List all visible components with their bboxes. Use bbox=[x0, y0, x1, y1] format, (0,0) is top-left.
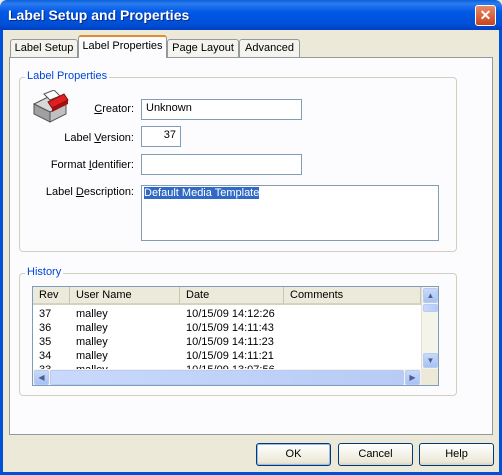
cell-date: 10/15/09 14:12:26 bbox=[186, 308, 275, 320]
scroll-right-button[interactable]: ▶ bbox=[405, 370, 420, 385]
column-header-user-name[interactable]: User Name bbox=[70, 287, 180, 305]
cell-date: 10/15/09 14:11:43 bbox=[186, 322, 274, 334]
scroll-up-button[interactable]: ▲ bbox=[423, 288, 438, 303]
label-description-label: Label Description: bbox=[45, 186, 134, 198]
format-identifier-label: Format Identifier: bbox=[50, 159, 134, 171]
vertical-scrollbar[interactable]: ▲ ▼ bbox=[421, 287, 438, 369]
cell-rev: 34 bbox=[39, 350, 52, 362]
cell-rev: 37 bbox=[39, 308, 52, 320]
cell-user: malley bbox=[76, 322, 108, 334]
creator-label: Creator: bbox=[94, 103, 134, 115]
table-row[interactable]: 37 malley 10/15/09 14:12:26 bbox=[33, 307, 421, 321]
history-group-title: History bbox=[25, 266, 64, 278]
scroll-up-icon: ▲ bbox=[426, 291, 435, 300]
table-row[interactable]: 35 malley 10/15/09 14:11:23 bbox=[33, 335, 421, 349]
creator-input[interactable]: Unknown bbox=[141, 99, 302, 120]
close-button[interactable]: ✕ bbox=[475, 5, 496, 26]
format-identifier-input[interactable] bbox=[141, 154, 302, 175]
tab-advanced[interactable]: Advanced bbox=[239, 39, 300, 57]
history-list[interactable]: Rev User Name Date Comments 37 malley 10… bbox=[32, 286, 439, 386]
column-header-date[interactable]: Date bbox=[180, 287, 284, 305]
tab-label-properties[interactable]: Label Properties bbox=[78, 35, 167, 58]
label-version-field: 37 bbox=[141, 126, 181, 147]
close-icon: ✕ bbox=[479, 7, 492, 23]
label-properties-group-title: Label Properties bbox=[25, 70, 110, 82]
history-rows: 37 malley 10/15/09 14:12:26 36 malley 10… bbox=[33, 307, 421, 377]
tab-label-setup[interactable]: Label Setup bbox=[10, 39, 78, 57]
table-row[interactable]: 34 malley 10/15/09 14:11:21 bbox=[33, 349, 421, 363]
vertical-scroll-thumb[interactable] bbox=[423, 304, 438, 312]
help-button[interactable]: Help bbox=[419, 443, 494, 466]
window-title: Label Setup and Properties bbox=[8, 7, 190, 23]
scroll-down-button[interactable]: ▼ bbox=[423, 353, 438, 368]
column-header-comments[interactable]: Comments bbox=[284, 287, 421, 305]
scroll-right-icon: ▶ bbox=[409, 373, 416, 382]
cell-user: malley bbox=[76, 308, 108, 320]
scroll-down-icon: ▼ bbox=[426, 356, 435, 365]
horizontal-scroll-thumb[interactable] bbox=[50, 370, 404, 385]
table-row[interactable]: 36 malley 10/15/09 14:11:43 bbox=[33, 321, 421, 335]
ok-button[interactable]: OK bbox=[256, 443, 331, 466]
horizontal-scrollbar[interactable]: ◀ ▶ bbox=[33, 369, 421, 385]
cell-date: 10/15/09 14:11:21 bbox=[186, 350, 274, 362]
cell-user: malley bbox=[76, 336, 108, 348]
cell-date: 10/15/09 14:11:23 bbox=[186, 336, 274, 348]
tab-page-layout[interactable]: Page Layout bbox=[167, 39, 239, 57]
column-header-rev[interactable]: Rev bbox=[33, 287, 70, 305]
scroll-left-button[interactable]: ◀ bbox=[34, 370, 49, 385]
label-version-label: Label Version: bbox=[64, 132, 134, 144]
scrollbar-corner bbox=[421, 369, 438, 385]
cell-rev: 36 bbox=[39, 322, 52, 334]
label-description-textarea[interactable]: Default Media Template bbox=[141, 185, 439, 241]
cell-rev: 35 bbox=[39, 336, 52, 348]
cancel-button[interactable]: Cancel bbox=[338, 443, 413, 466]
scroll-left-icon: ◀ bbox=[38, 373, 45, 382]
description-selected-text: Default Media Template bbox=[144, 187, 260, 199]
cell-user: malley bbox=[76, 350, 108, 362]
